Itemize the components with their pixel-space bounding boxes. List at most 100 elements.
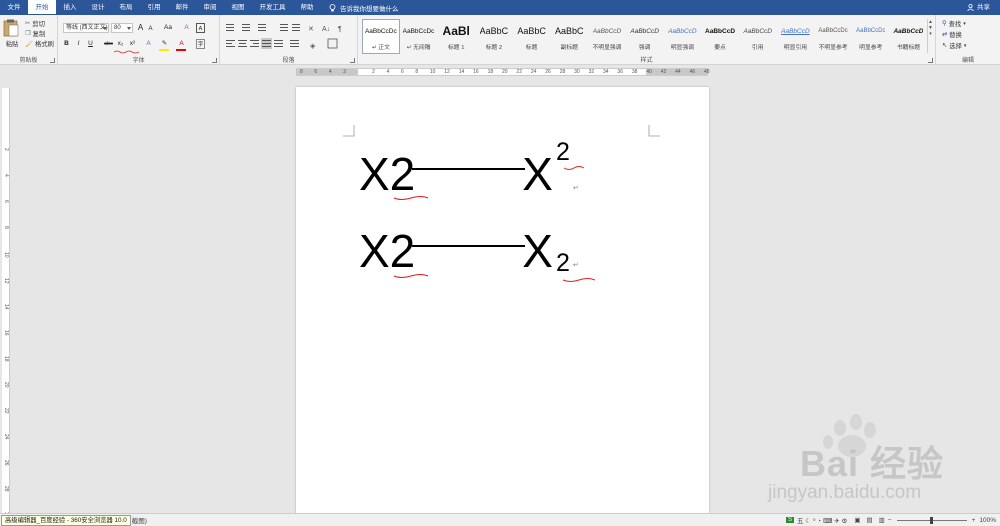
doc-line-subscript[interactable]: X2 X 2 ↵	[359, 224, 579, 278]
format-painter-button[interactable]: 🖌 格式刷	[25, 39, 54, 49]
document-page[interactable]: X2 X 2 ↵ X2 X 2 ↵	[296, 87, 709, 514]
web-layout-icon[interactable]: ▥	[879, 516, 885, 524]
enclose-char-icon[interactable]: 字	[196, 39, 205, 49]
style-item[interactable]: AaBbC 标题	[513, 19, 551, 54]
tab-references[interactable]: 引用	[140, 0, 168, 15]
style-item[interactable]: AaBl 标题 1	[437, 19, 475, 54]
zoom-in-icon[interactable]: +	[972, 517, 976, 524]
font-family-select[interactable]: 等线 (西文正文)	[63, 23, 109, 33]
svg-text:A↓: A↓	[322, 26, 330, 33]
style-item[interactable]: AaBbCcDc 不明显参考	[814, 19, 852, 54]
clipboard-group: 粘贴 ✂ 剪切 ❐ 复制 🖌 格式刷 剪贴板	[0, 15, 58, 65]
print-layout-icon[interactable]: ▤	[866, 516, 872, 524]
shrink-font-button[interactable]: A	[146, 24, 155, 34]
ruler-mark: 10	[3, 252, 9, 258]
grow-font-button[interactable]: A	[136, 23, 145, 33]
cut-button[interactable]: ✂ 剪切	[25, 19, 45, 28]
style-item[interactable]: AaBbCcDc ↵ 无间隔	[400, 19, 438, 54]
zoom-slider[interactable]	[896, 516, 967, 524]
style-item[interactable]: AaBbCcD 明显引用	[777, 19, 815, 54]
style-item[interactable]: AaBbCcDc ↵ 正文	[362, 19, 400, 54]
style-item[interactable]: AaBbCcD 明显强调	[664, 19, 702, 54]
tab-layout[interactable]: 布局	[112, 0, 140, 15]
style-sample: AaBbC	[555, 26, 584, 36]
change-case-button[interactable]: Aa	[161, 23, 175, 33]
bold-button[interactable]: B	[62, 39, 71, 49]
paragraph-launcher[interactable]	[350, 58, 355, 63]
read-mode-icon[interactable]: ▣	[854, 516, 860, 524]
styles-group-label: 样式	[640, 58, 653, 64]
share-button[interactable]: 共享	[967, 0, 990, 15]
select-label: 选择	[949, 43, 962, 50]
squiggle-underline	[113, 50, 140, 54]
style-item[interactable]: AaBbC 标题 2	[475, 19, 513, 54]
style-name: 要点	[714, 45, 726, 51]
style-sample: AaBbCcDc	[364, 27, 397, 35]
styles-launcher[interactable]	[928, 58, 933, 63]
paste-button[interactable]: 粘贴	[3, 19, 21, 51]
subscript-button[interactable]: x₂	[115, 39, 126, 49]
paragraph-mark: ↵	[572, 185, 579, 192]
copy-button[interactable]: ❐ 复制	[25, 29, 45, 38]
copy-label: 复制	[32, 31, 46, 38]
tab-review[interactable]: 审阅	[196, 0, 224, 15]
clipboard-launcher[interactable]	[50, 58, 55, 63]
replace-button[interactable]: ⇄ 替换	[942, 30, 962, 39]
style-sample: AaBl	[442, 24, 470, 38]
tab-view[interactable]: 视图	[224, 0, 252, 15]
tab-insert[interactable]: 插入	[56, 0, 84, 15]
font-size-select[interactable]: 80	[111, 23, 133, 33]
zoom-level[interactable]: 100%	[979, 517, 996, 524]
underline-button[interactable]: U	[86, 39, 95, 49]
style-item[interactable]: AaBbCcD 强调	[626, 19, 664, 54]
ruler-mark: 34	[603, 69, 609, 75]
tell-me-box[interactable]: 告诉我你想要做什么	[329, 0, 399, 15]
style-item[interactable]: AaBbCcD 不明显强调	[588, 19, 626, 54]
paragraph-mark: ↵	[572, 262, 579, 269]
ruler-mark: 20	[3, 382, 9, 388]
style-item[interactable]: AaBbCcD 要点	[701, 19, 739, 54]
zoom-out-icon[interactable]: −	[888, 517, 892, 524]
strikethrough-button[interactable]: abc	[102, 39, 115, 49]
find-button[interactable]: ⚲ 查找 ▾	[942, 19, 966, 28]
horizontal-ruler[interactable]: 8 6 4 2 2 4 6 8 10 12 14 16 18 20 22 24 26 28 30 32 34 36 38 40…	[296, 68, 710, 76]
lightbulb-icon	[329, 3, 336, 11]
search-icon: ⚲	[942, 20, 947, 27]
ruler-mark: 36	[617, 69, 623, 75]
ime-icon[interactable]: S	[785, 517, 794, 523]
ime-mode-icon[interactable]: 五 ☾ ⁰ ◔ ⌨ ✈ ⚙	[797, 515, 847, 525]
tab-file[interactable]: 文件	[0, 0, 28, 15]
clear-format-icon[interactable]: A	[182, 23, 191, 33]
style-item[interactable]: AaBbCcDc 明显参考	[852, 19, 890, 54]
highlighter-icon[interactable]: ✎	[160, 39, 169, 49]
font-launcher[interactable]	[212, 58, 217, 63]
watermark-brand: Bai 经验	[800, 443, 945, 484]
ruler-mark: 32	[588, 69, 595, 75]
text-effects-icon[interactable]: A	[144, 39, 153, 49]
style-name: 书籍标题	[896, 45, 921, 51]
style-item[interactable]: AaBbCcD 引用	[739, 19, 777, 54]
tab-design[interactable]: 设计	[84, 0, 112, 15]
style-sample: AaBbC	[479, 26, 509, 36]
ruler-mark: 12	[3, 278, 9, 284]
style-sample: AaBbCcD	[743, 27, 772, 35]
style-item[interactable]: AaBbCcD 书籍标题	[890, 19, 928, 54]
style-item[interactable]: AaBbC 副标题	[550, 19, 588, 54]
tab-mailings[interactable]: 邮件	[168, 0, 196, 15]
vertical-ruler[interactable]: 24681012141618202224262830	[2, 88, 10, 518]
tell-me-text: 告诉我你想要做什么	[340, 5, 399, 13]
ribbon-tab-bar: 文件 开始 插入 设计 布局 引用 邮件 审阅 视图 开发工具 帮助 告诉我你想…	[0, 0, 1000, 15]
ruler-mark: 8	[415, 69, 419, 75]
doc-line-superscript[interactable]: X2 X 2 ↵	[359, 138, 579, 201]
tab-help[interactable]: 帮助	[293, 0, 321, 15]
tab-home[interactable]: 开始	[28, 0, 56, 15]
tab-developer[interactable]: 开发工具	[252, 0, 293, 15]
zoom-thumb[interactable]	[929, 516, 933, 524]
italic-button[interactable]: I	[74, 39, 83, 49]
font-size-value: 80	[114, 25, 121, 31]
font-color-icon[interactable]: A	[177, 39, 186, 49]
svg-text:◈: ◈	[310, 43, 316, 50]
select-button[interactable]: ↖ 选择 ▾	[942, 41, 966, 50]
superscript-button[interactable]: x²	[127, 39, 138, 49]
char-border-button[interactable]: A	[196, 23, 205, 33]
